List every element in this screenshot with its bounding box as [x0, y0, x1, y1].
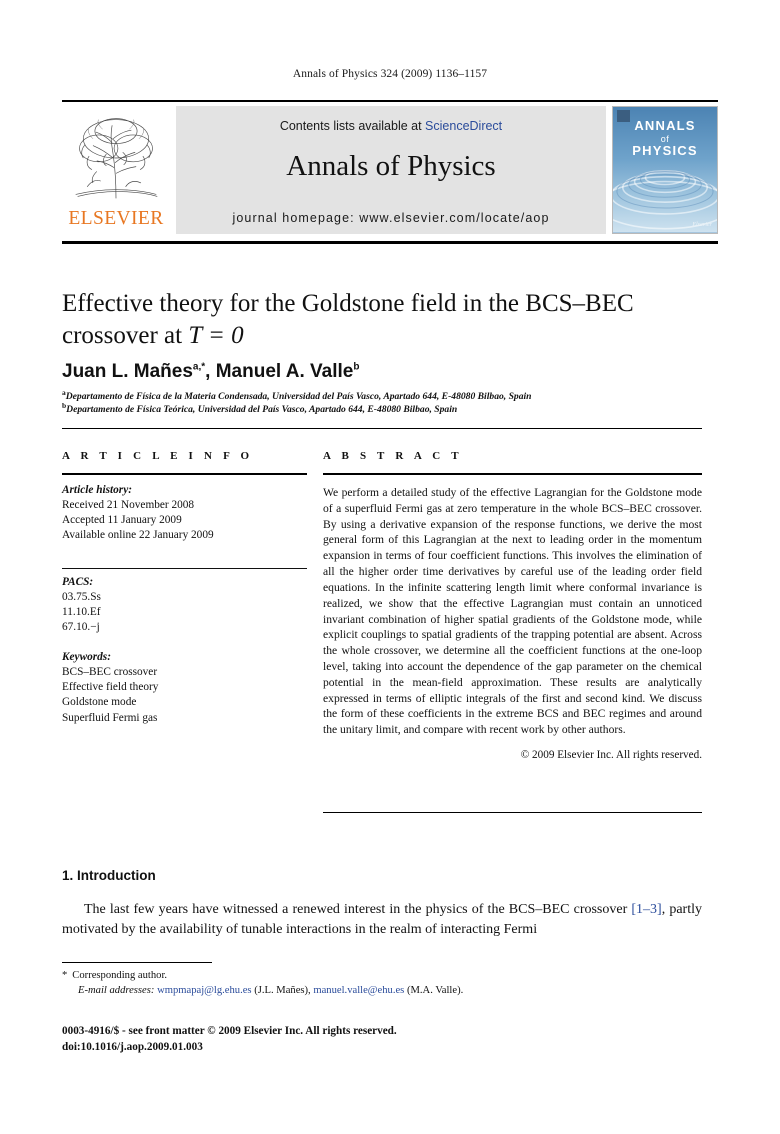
- abstract-bottom-rule: [323, 812, 702, 813]
- pacs-divider: [62, 567, 307, 569]
- masthead-body: ELSEVIER Contents lists available at Sci…: [62, 106, 718, 234]
- introduction-paragraph: The last few years have witnessed a rene…: [62, 900, 702, 941]
- article-history-accepted: Accepted 11 January 2009: [62, 514, 182, 527]
- title-line-2-math: T = 0: [188, 321, 244, 349]
- elsevier-tree-icon: [75, 118, 158, 199]
- keywords-block: Keywords: BCS–BEC crossover Effective fi…: [62, 650, 307, 726]
- masthead-top-rule: [62, 100, 718, 102]
- issn-front-matter: 0003-4916/$ - see front matter © 2009 El…: [62, 1025, 397, 1037]
- email-addresses-note: E-mail addresses: wmpmapaj@lg.ehu.es (J.…: [62, 983, 702, 998]
- elsevier-logo: ELSEVIER: [62, 106, 170, 234]
- email-addresses-label: E-mail addresses:: [78, 985, 155, 997]
- keywords-label: Keywords:: [62, 651, 111, 663]
- cover-publisher-mark: [617, 110, 630, 122]
- corresponding-author-text: Corresponding author.: [72, 970, 168, 981]
- elsevier-wordmark: ELSEVIER: [68, 208, 164, 229]
- affiliation-b: bDepartamento de Física Teórica, Univers…: [62, 401, 702, 417]
- article-info-column: A R T I C L E I N F O Article history: R…: [62, 450, 307, 726]
- article-history-block: Article history: Received 21 November 20…: [62, 483, 307, 544]
- pacs-code-2: 11.10.Ef: [62, 605, 101, 618]
- affiliation-b-text: Departamento de Física Teórica, Universi…: [66, 404, 458, 416]
- author-list: Juan L. Mañesa,*, Manuel A. Valleb: [62, 361, 702, 383]
- doi-line[interactable]: doi:10.1016/j.aop.2009.01.003: [62, 1040, 702, 1056]
- cover-title: ANNALS of PHYSICS: [613, 118, 717, 158]
- contents-prefix: Contents lists available at: [279, 119, 426, 133]
- article-history-received: Received 21 November 2008: [62, 499, 195, 512]
- journal-homepage-link[interactable]: journal homepage: www.elsevier.com/locat…: [176, 211, 606, 225]
- pacs-code-1: 03.75.Ss: [62, 590, 101, 603]
- journal-title: Annals of Physics: [286, 150, 496, 182]
- title-line-1: Effective theory for the Goldstone field…: [62, 290, 634, 317]
- contents-banner: Contents lists available at ScienceDirec…: [176, 106, 606, 234]
- contents-available-line: Contents lists available at ScienceDirec…: [176, 119, 606, 133]
- footnote-divider: [62, 962, 212, 963]
- keyword-3: Goldstone mode: [62, 696, 137, 709]
- article-history-online: Available online 22 January 2009: [62, 529, 214, 542]
- email-owner-manes: (J.L. Mañes),: [251, 985, 314, 997]
- pacs-label: PACS:: [62, 575, 94, 588]
- sciencedirect-link[interactable]: ScienceDirect: [425, 119, 502, 133]
- pacs-block: PACS: 03.75.Ss 11.10.Ef 67.10.−j: [62, 575, 307, 636]
- masthead-bottom-rule: [62, 241, 718, 244]
- abstract-heading: A B S T R A C T: [323, 450, 463, 462]
- article-first-page: Annals of Physics 324 (2009) 1136–1157 E…: [0, 0, 780, 1134]
- email-link-valle[interactable]: manuel.valle@ehu.es: [313, 985, 404, 996]
- email-link-manes[interactable]: wmpmapaj@lg.ehu.es: [157, 985, 252, 996]
- journal-masthead: ELSEVIER Contents lists available at Sci…: [62, 100, 718, 244]
- footer-identifiers: 0003-4916/$ - see front matter © 2009 El…: [62, 1024, 702, 1056]
- corresponding-author-note: * Corresponding author.: [62, 968, 702, 983]
- corresponding-author-marker: *: [62, 970, 68, 981]
- author-separator: , Manuel A. Valle: [205, 361, 354, 382]
- cover-title-line3: PHYSICS: [632, 142, 698, 158]
- keyword-2: Effective field theory: [62, 681, 159, 694]
- abstract-rule: [323, 473, 702, 475]
- article-history-label: Article history:: [62, 484, 132, 496]
- authors-divider: [62, 428, 702, 429]
- author-1-affiliation-marker[interactable]: a,*: [193, 362, 205, 373]
- keyword-4: Superfluid Fermi gas: [62, 711, 158, 724]
- abstract-copyright: © 2009 Elsevier Inc. All rights reserved…: [520, 749, 702, 761]
- introduction-text-pre: The last few years have witnessed a rene…: [84, 902, 632, 917]
- article-info-heading: A R T I C L E I N F O: [62, 450, 254, 462]
- reference-link-1-3[interactable]: [1–3]: [631, 902, 661, 917]
- email-owner-valle: (M.A. Valle).: [404, 985, 464, 997]
- abstract-column: A B S T R A C T We perform a detailed st…: [323, 450, 702, 761]
- journal-cover-thumbnail[interactable]: ANNALS of PHYSICS Elsevier: [612, 106, 718, 234]
- page-title: Effective theory for the Goldstone field…: [62, 288, 702, 351]
- title-line-2-prefix: crossover at: [62, 321, 189, 349]
- keyword-1: BCS–BEC crossover: [62, 666, 158, 679]
- footnotes-block: * Corresponding author. E-mail addresses:…: [62, 968, 702, 998]
- author-2-affiliation-marker[interactable]: b: [353, 362, 359, 373]
- pacs-code-3: 67.10.−j: [62, 620, 100, 633]
- section-heading-introduction: 1. Introduction: [62, 868, 156, 883]
- article-info-rule: [62, 473, 307, 475]
- author-1: Juan L. Mañes: [62, 361, 193, 382]
- running-head: Annals of Physics 324 (2009) 1136–1157: [292, 68, 488, 80]
- cover-signature: Elsevier: [692, 222, 712, 228]
- abstract-text: We perform a detailed study of the effec…: [323, 486, 702, 737]
